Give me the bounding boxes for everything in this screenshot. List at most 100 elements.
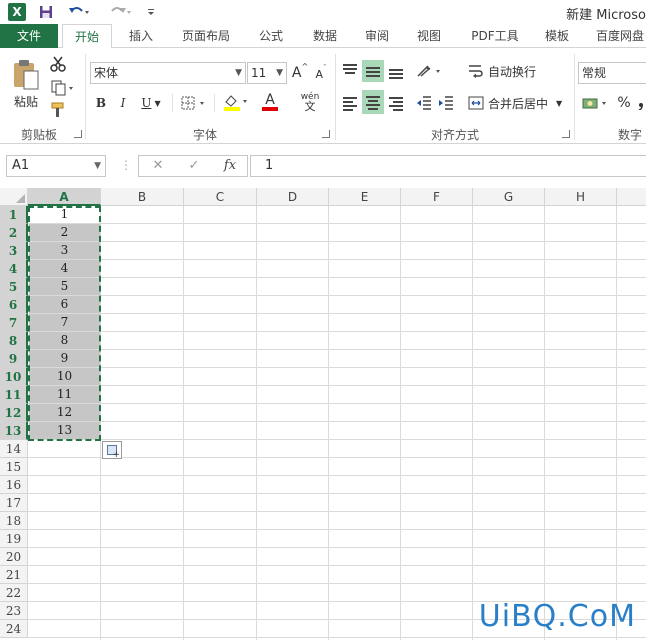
row-header-19[interactable]: 19 — [0, 530, 28, 548]
cell-a6[interactable]: 6 — [29, 296, 100, 313]
phonetic-button[interactable]: wén 文 — [290, 90, 330, 114]
column-header-e[interactable]: E — [329, 188, 401, 206]
align-right-icon[interactable] — [386, 92, 406, 114]
cell-a12[interactable]: 12 — [29, 404, 100, 421]
row-header-20[interactable]: 20 — [0, 548, 28, 566]
row-header-3[interactable]: 3 — [0, 242, 28, 260]
percent-button[interactable]: % — [614, 92, 634, 114]
row-header-7[interactable]: 7 — [0, 314, 28, 332]
align-left-icon[interactable] — [340, 92, 360, 114]
tab-home[interactable]: 开始 — [62, 24, 112, 49]
row-header-16[interactable]: 16 — [0, 476, 28, 494]
tab-file[interactable]: 文件 — [0, 24, 58, 48]
row-header-6[interactable]: 6 — [0, 296, 28, 314]
cell-a2[interactable]: 2 — [29, 224, 100, 241]
row-header-13[interactable]: 13 — [0, 422, 28, 440]
decrease-indent-icon[interactable] — [414, 92, 434, 114]
drag-handle-icon[interactable]: ⋮ — [120, 158, 132, 172]
customize-icon[interactable] — [144, 2, 158, 22]
row-header-18[interactable]: 18 — [0, 512, 28, 530]
align-center-icon[interactable] — [362, 90, 384, 114]
row-header-14[interactable]: 14 — [0, 440, 28, 458]
bold-button[interactable]: B — [92, 92, 110, 114]
accounting-format-button[interactable] — [580, 92, 612, 114]
fill-color-button[interactable] — [220, 90, 252, 114]
tab-data[interactable]: 数据 — [300, 24, 350, 48]
column-header-b[interactable]: B — [101, 188, 184, 206]
italic-button[interactable]: I — [114, 92, 132, 114]
format-painter-icon[interactable] — [48, 100, 68, 120]
row-header-1[interactable]: 1 — [0, 206, 28, 224]
column-header-a[interactable]: A — [28, 188, 101, 206]
paste-options-icon[interactable] — [102, 441, 122, 460]
row-header-15[interactable]: 15 — [0, 458, 28, 476]
cell-a7[interactable]: 7 — [29, 314, 100, 331]
align-middle-icon[interactable] — [362, 60, 384, 82]
tab-page-layout[interactable]: 页面布局 — [170, 24, 242, 48]
cut-icon[interactable] — [48, 54, 68, 74]
alignment-launcher-icon[interactable] — [562, 130, 570, 138]
paste-button[interactable]: 粘贴 — [8, 54, 44, 114]
grow-font-button[interactable]: A ^ — [291, 62, 309, 84]
row-header-9[interactable]: 9 — [0, 350, 28, 368]
tab-insert[interactable]: 插入 — [116, 24, 166, 48]
cell-a4[interactable]: 4 — [29, 260, 100, 277]
cell-a5[interactable]: 5 — [29, 278, 100, 295]
cancel-icon[interactable]: ✕ — [143, 156, 173, 176]
borders-button[interactable] — [178, 92, 210, 114]
row-header-22[interactable]: 22 — [0, 584, 28, 602]
tab-baidu-netdisk[interactable]: 百度网盘 — [582, 24, 646, 48]
font-launcher-icon[interactable] — [322, 130, 330, 138]
row-header-21[interactable]: 21 — [0, 566, 28, 584]
column-header-h[interactable]: H — [545, 188, 617, 206]
font-color-button[interactable]: A — [254, 90, 286, 114]
select-all-button[interactable] — [0, 188, 28, 206]
formula-input[interactable]: 1 — [250, 155, 646, 177]
cell-a10[interactable]: 10 — [29, 368, 100, 385]
align-top-icon[interactable] — [340, 60, 360, 80]
cell-a11[interactable]: 11 — [29, 386, 100, 403]
save-icon[interactable] — [36, 2, 56, 22]
enter-icon[interactable]: ✓ — [179, 156, 209, 176]
cell-a1[interactable]: 1 — [29, 206, 100, 223]
row-header-24[interactable]: 24 — [0, 620, 28, 638]
row-header-10[interactable]: 10 — [0, 368, 28, 386]
excel-icon[interactable]: X — [8, 3, 26, 21]
merge-center-button[interactable]: 合并后居中 ▼ — [468, 92, 570, 114]
column-header-d[interactable]: D — [257, 188, 329, 206]
row-header-17[interactable]: 17 — [0, 494, 28, 512]
column-header-c[interactable]: C — [184, 188, 257, 206]
insert-function-icon[interactable]: fx — [215, 156, 245, 176]
row-header-8[interactable]: 8 — [0, 332, 28, 350]
tab-templates[interactable]: 模板 — [534, 24, 580, 48]
tab-pdf-tools[interactable]: PDF工具 — [458, 24, 532, 48]
redo-icon[interactable] — [106, 2, 136, 22]
cell-a13[interactable]: 13 — [29, 422, 100, 439]
column-header-i[interactable] — [617, 188, 646, 206]
align-bottom-icon[interactable] — [386, 60, 406, 82]
row-header-2[interactable]: 2 — [0, 224, 28, 242]
column-header-f[interactable]: F — [401, 188, 473, 206]
wrap-text-button[interactable]: 自动换行 — [468, 60, 540, 82]
number-format-select[interactable]: 常规 — [578, 62, 646, 84]
shrink-font-button[interactable]: Aˇ — [312, 64, 330, 84]
font-name-select[interactable]: 宋体 ▼ — [90, 62, 246, 84]
tab-view[interactable]: 视图 — [404, 24, 454, 48]
tab-formulas[interactable]: 公式 — [246, 24, 296, 48]
orientation-button[interactable] — [414, 60, 446, 82]
cell-a3[interactable]: 3 — [29, 242, 100, 259]
increase-indent-icon[interactable] — [436, 92, 456, 114]
row-header-11[interactable]: 11 — [0, 386, 28, 404]
column-header-g[interactable]: G — [473, 188, 545, 206]
underline-button[interactable]: U ▼ — [136, 92, 166, 114]
clipboard-launcher-icon[interactable] — [74, 130, 82, 138]
cell-a9[interactable]: 9 — [29, 350, 100, 367]
font-size-select[interactable]: 11 ▼ — [247, 62, 287, 84]
row-header-23[interactable]: 23 — [0, 602, 28, 620]
row-header-5[interactable]: 5 — [0, 278, 28, 296]
undo-icon[interactable] — [64, 2, 94, 22]
row-header-4[interactable]: 4 — [0, 260, 28, 278]
tab-review[interactable]: 审阅 — [352, 24, 402, 48]
name-box[interactable]: A1 ▼ — [6, 155, 106, 177]
cell-a8[interactable]: 8 — [29, 332, 100, 349]
